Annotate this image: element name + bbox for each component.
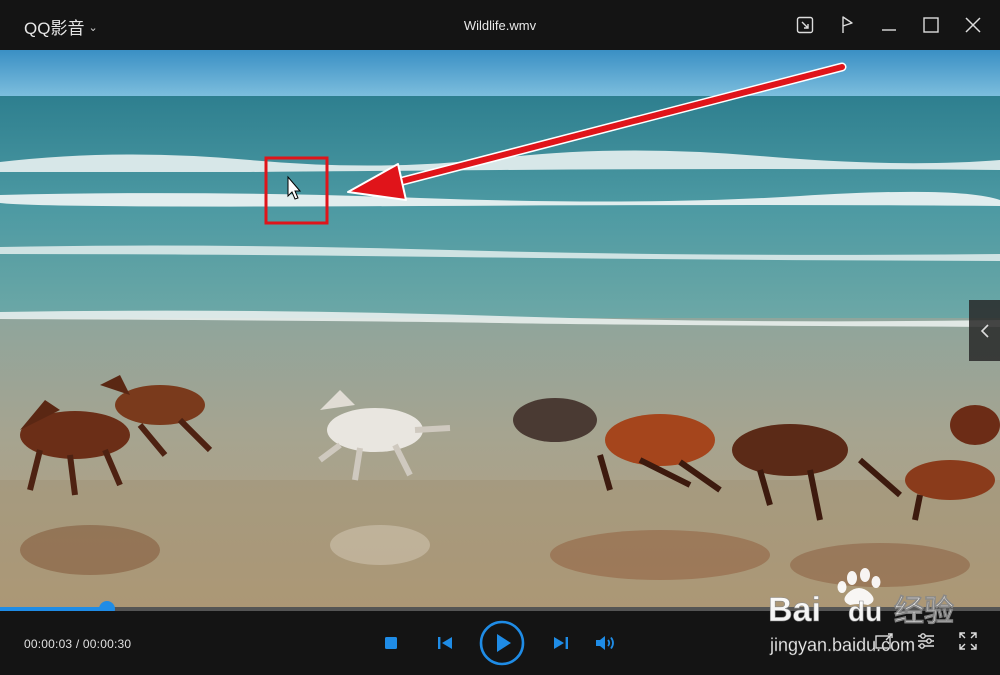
mini-mode-icon — [796, 16, 814, 34]
fullscreen-button[interactable] — [958, 631, 978, 651]
stop-button[interactable] — [380, 619, 402, 667]
stop-icon — [385, 637, 397, 649]
video-frame — [0, 50, 1000, 608]
right-controls — [874, 631, 978, 651]
chevron-down-icon: ⌄ — [88, 22, 98, 34]
settings-button[interactable] — [916, 631, 936, 651]
chevron-left-icon — [980, 323, 989, 338]
pin-icon — [842, 16, 853, 33]
current-time: 00:00:03 — [24, 637, 73, 651]
minimize-icon — [882, 29, 896, 31]
skip-previous-icon — [438, 637, 452, 649]
play-button[interactable] — [478, 619, 526, 667]
screenshot-button[interactable] — [874, 631, 894, 651]
total-time: 00:00:30 — [82, 637, 132, 651]
volume-icon — [596, 636, 614, 650]
app-brand-label: QQ影音 — [24, 19, 85, 38]
play-icon — [479, 620, 525, 666]
transport-controls — [380, 619, 624, 667]
maximize-icon — [923, 17, 939, 33]
control-bar: 00:00:03 / 00:00:30 — [0, 611, 1000, 675]
next-button[interactable] — [540, 619, 582, 667]
previous-button[interactable] — [424, 619, 466, 667]
maximize-button[interactable] — [918, 12, 944, 38]
pin-button[interactable] — [834, 12, 860, 38]
time-display: 00:00:03 / 00:00:30 — [24, 637, 131, 651]
settings-sliders-icon — [918, 633, 934, 649]
screenshot-icon — [875, 633, 893, 649]
minimize-button[interactable] — [876, 12, 902, 38]
title-bar: QQ影音 ⌄ Wildlife.wmv — [0, 0, 1000, 50]
volume-button[interactable] — [588, 619, 624, 667]
mini-mode-button[interactable] — [792, 12, 818, 38]
app-menu-button[interactable]: QQ影音 ⌄ — [24, 14, 98, 39]
window-controls — [792, 12, 986, 38]
time-separator: / — [72, 637, 83, 651]
skip-next-icon — [554, 637, 568, 649]
video-canvas[interactable] — [0, 50, 1000, 608]
fullscreen-icon — [959, 632, 977, 650]
close-button[interactable] — [960, 12, 986, 38]
side-panel-toggle[interactable] — [969, 300, 1000, 361]
close-icon — [965, 17, 981, 33]
